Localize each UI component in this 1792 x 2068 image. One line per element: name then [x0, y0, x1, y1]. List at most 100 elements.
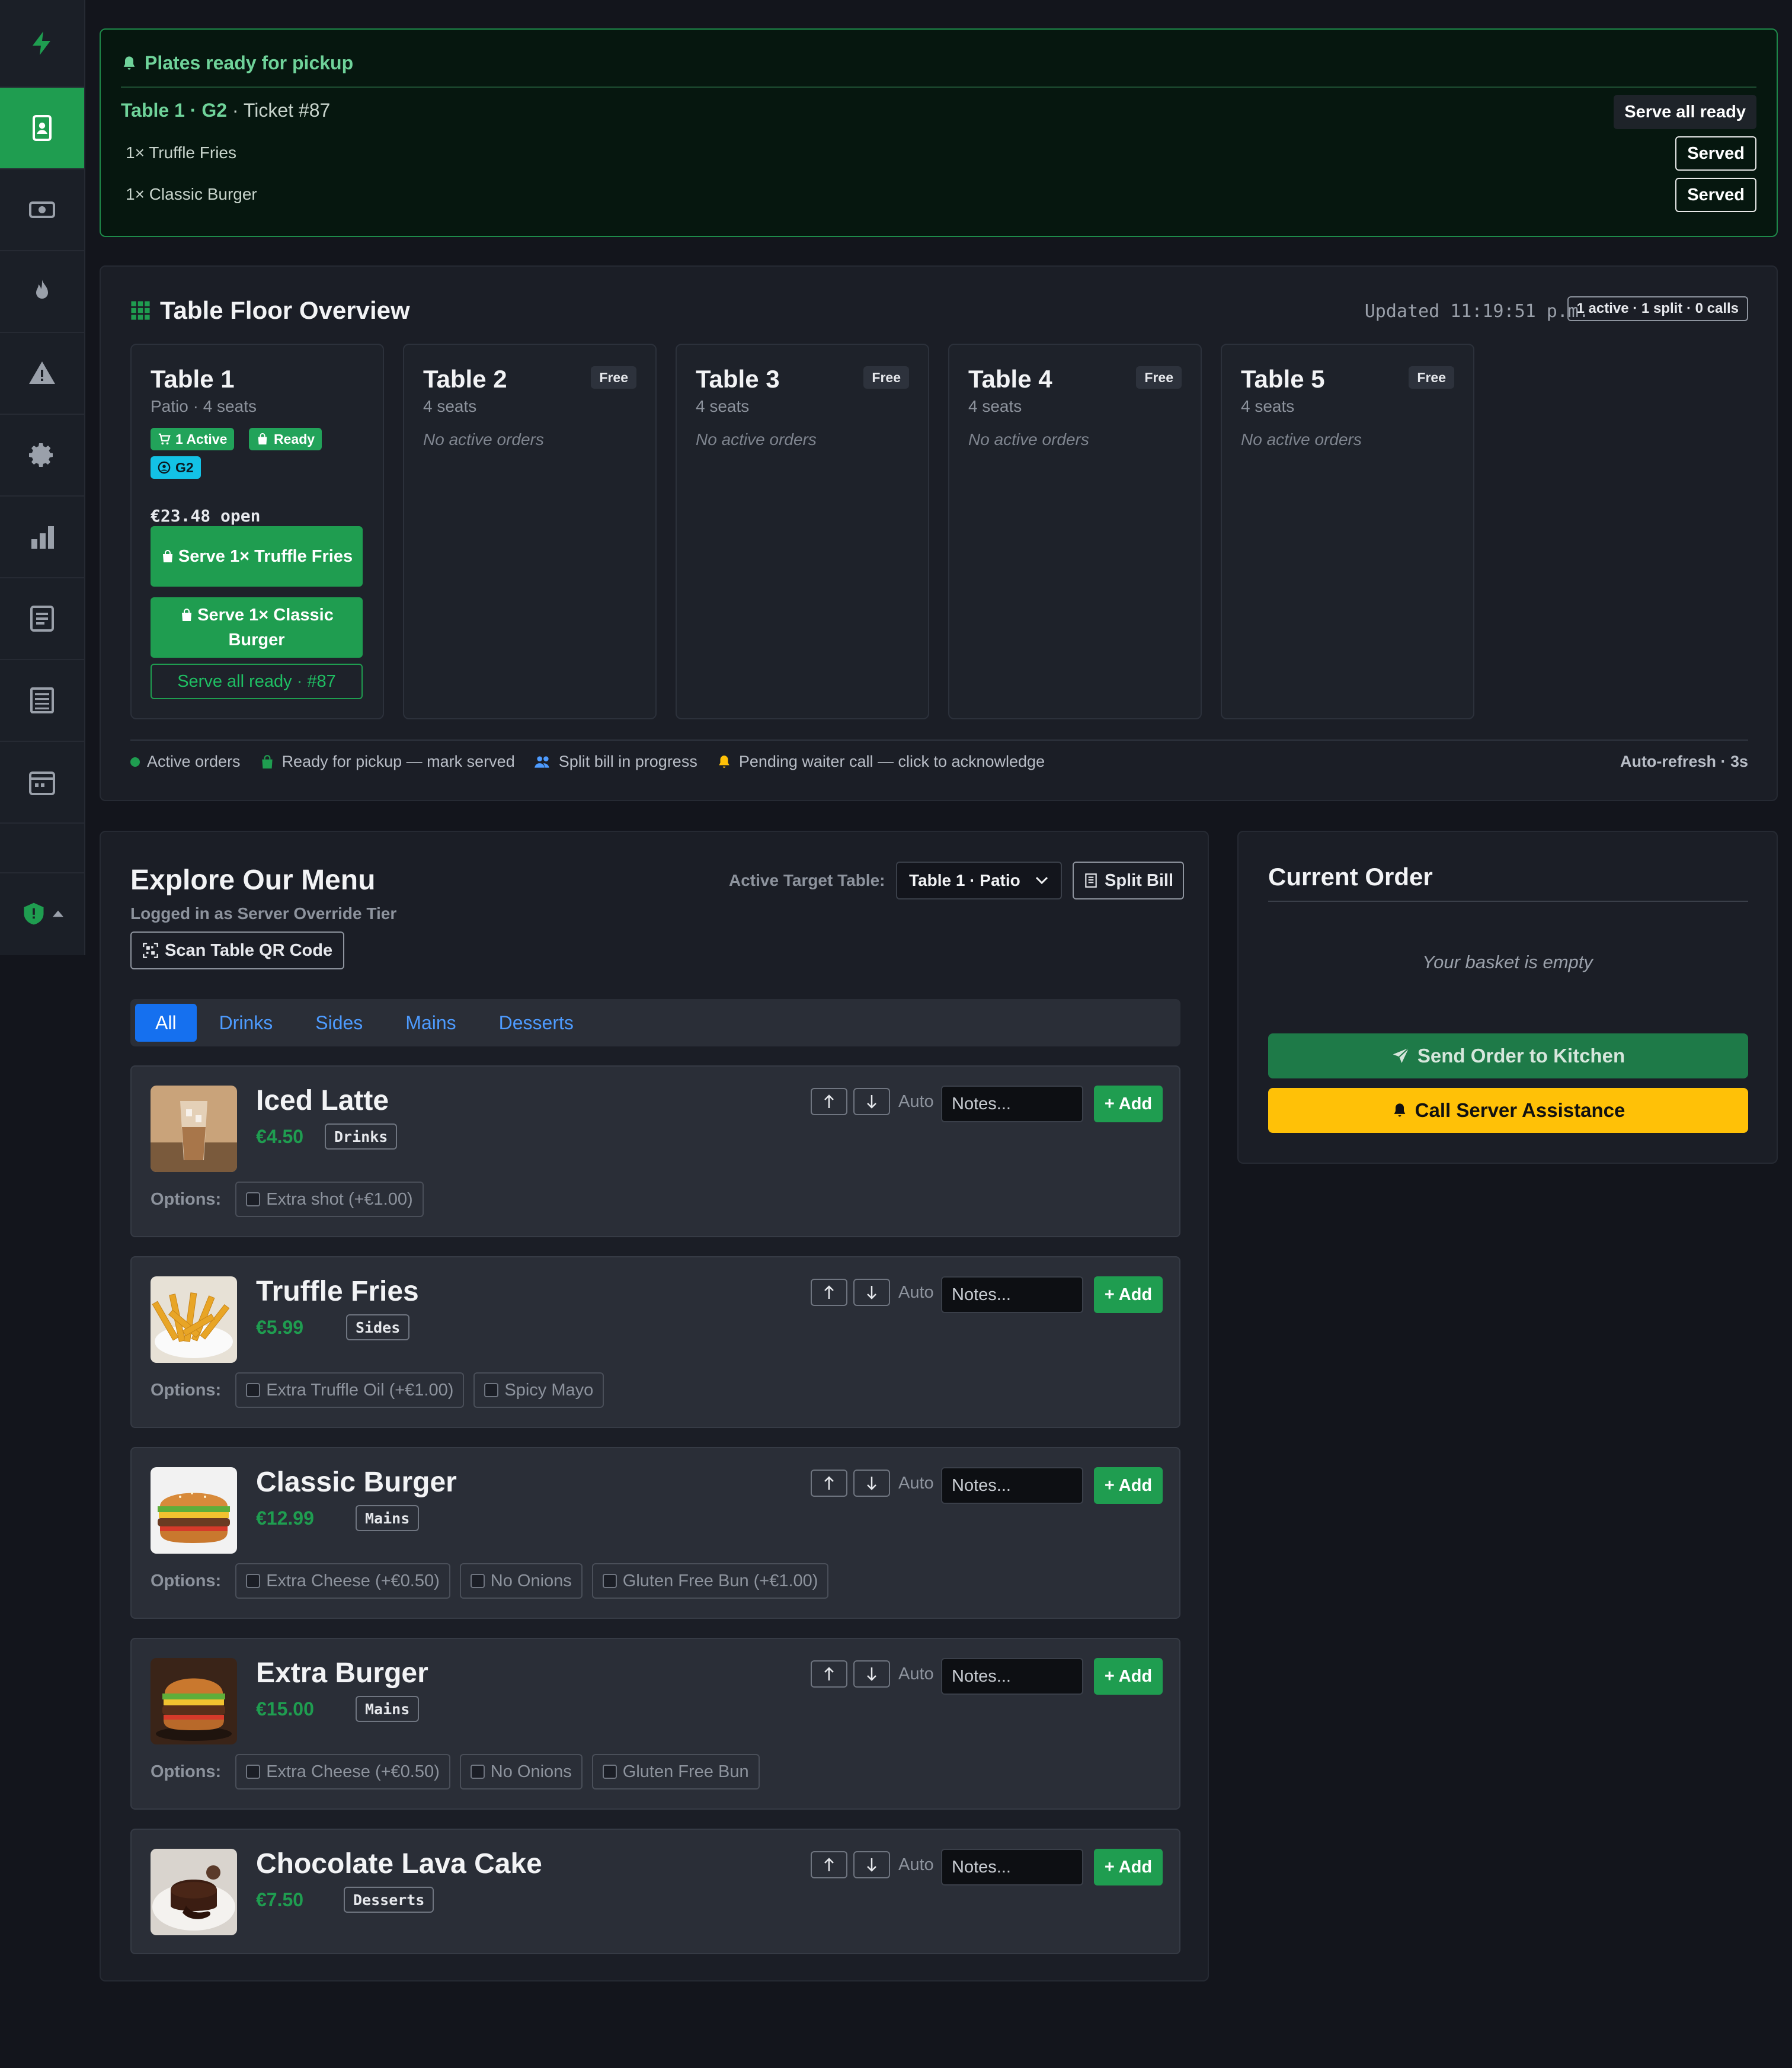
sidebar-item-home[interactable]: [0, 0, 84, 88]
move-up-button[interactable]: [811, 1851, 847, 1878]
tab-drinks[interactable]: Drinks: [199, 1004, 293, 1042]
served-button[interactable]: Served: [1675, 178, 1756, 212]
move-down-button[interactable]: [853, 1470, 890, 1497]
move-down-button[interactable]: [853, 1279, 890, 1306]
sidebar-item-alerts[interactable]: [0, 333, 84, 415]
sidebar-item-settings[interactable]: [0, 415, 84, 497]
checkbox[interactable]: [246, 1765, 261, 1779]
table-card-3[interactable]: Table 3 Free 4 seats No active orders: [676, 344, 929, 719]
sidebar-account-toggle[interactable]: [0, 872, 84, 954]
item-image: [151, 1849, 237, 1935]
item-category: Mains: [356, 1505, 420, 1531]
sidebar-item-orders[interactable]: [0, 578, 84, 660]
active-badge: 1 Active: [151, 428, 235, 450]
serve-all-ready-button[interactable]: Serve all ready: [1614, 95, 1756, 129]
menu-item-truffle-fries: Truffle Fries €5.99 Sides Auto + Add Opt…: [130, 1256, 1180, 1428]
checkbox[interactable]: [484, 1383, 499, 1397]
sidebar-item-reports[interactable]: [0, 497, 84, 578]
sidebar-item-kitchen[interactable]: [0, 251, 84, 333]
tab-desserts[interactable]: Desserts: [479, 1004, 594, 1042]
move-up-button[interactable]: [811, 1279, 847, 1306]
qr-scan-icon: [143, 943, 158, 958]
checkbox[interactable]: [246, 1383, 261, 1397]
item-name: Extra Burger: [256, 1657, 428, 1689]
option-checkbox[interactable]: Gluten Free Bun (+€1.00): [591, 1563, 829, 1599]
option-checkbox[interactable]: No Onions: [459, 1563, 583, 1599]
bell-icon: [123, 56, 135, 69]
move-down-button[interactable]: [853, 1088, 890, 1115]
checkbox[interactable]: [602, 1765, 617, 1779]
add-button[interactable]: + Add: [1094, 1086, 1163, 1122]
add-button[interactable]: + Add: [1094, 1658, 1163, 1695]
checkbox[interactable]: [470, 1765, 485, 1779]
serve-classic-burger-button[interactable]: Serve 1× Classic Burger: [151, 597, 363, 658]
item-price: €12.99: [256, 1507, 314, 1529]
option-checkbox[interactable]: Extra Truffle Oil (+€1.00): [235, 1372, 465, 1408]
notes-input[interactable]: [941, 1658, 1083, 1695]
tab-sides[interactable]: Sides: [295, 1004, 383, 1042]
sidebar-item-server[interactable]: [0, 88, 84, 169]
serve-truffle-fries-button[interactable]: Serve 1× Truffle Fries: [151, 526, 363, 587]
tab-mains[interactable]: Mains: [385, 1004, 476, 1042]
notes-input[interactable]: [941, 1467, 1083, 1504]
serve-all-ticket-button[interactable]: Serve all ready · #87: [151, 664, 363, 699]
split-bill-label: Split Bill: [1105, 870, 1173, 890]
table-name: Table 5: [1241, 365, 1325, 393]
tab-all[interactable]: All: [135, 1004, 197, 1042]
option-checkbox[interactable]: Extra Cheese (+€0.50): [235, 1563, 450, 1599]
served-button[interactable]: Served: [1675, 136, 1756, 171]
move-down-button[interactable]: [853, 1851, 890, 1878]
sidebar-item-cash[interactable]: [0, 169, 84, 251]
bell-icon: [1394, 1103, 1406, 1117]
pickup-ticket-table: Table 1 · G2: [121, 100, 228, 121]
status-badge: Free: [863, 366, 909, 389]
option-label: Extra shot (+€1.00): [266, 1189, 413, 1209]
split-bill-button[interactable]: Split Bill: [1073, 862, 1184, 899]
auto-label: Auto: [898, 1282, 934, 1302]
bell-icon: [719, 755, 729, 768]
options-label: Options:: [151, 1380, 222, 1400]
move-up-button[interactable]: [811, 1660, 847, 1688]
move-up-button[interactable]: [811, 1088, 847, 1115]
checkbox[interactable]: [470, 1574, 485, 1588]
option-checkbox[interactable]: Spicy Mayo: [473, 1372, 604, 1408]
table-card-1[interactable]: Table 1 Patio · 4 seats 1 Active Ready G…: [130, 344, 384, 719]
table-card-4[interactable]: Table 4 Free 4 seats No active orders: [948, 344, 1202, 719]
checkbox[interactable]: [602, 1574, 617, 1588]
notes-input[interactable]: [941, 1276, 1083, 1313]
table-card-5[interactable]: Table 5 Free 4 seats No active orders: [1221, 344, 1474, 719]
move-up-button[interactable]: [811, 1470, 847, 1497]
add-button[interactable]: + Add: [1094, 1467, 1163, 1504]
notes-input[interactable]: [941, 1849, 1083, 1885]
move-down-button[interactable]: [853, 1660, 890, 1688]
option-label: Gluten Free Bun (+€1.00): [622, 1571, 818, 1590]
option-checkbox[interactable]: No Onions: [459, 1754, 583, 1790]
checkbox[interactable]: [246, 1192, 261, 1206]
checkbox[interactable]: [246, 1574, 261, 1588]
legend-ready-text: Ready for pickup — mark served: [281, 753, 515, 770]
option-label: Extra Truffle Oil (+€1.00): [266, 1380, 454, 1400]
menu-list-icon: [30, 687, 54, 713]
target-table-select[interactable]: Table 1 · Patio: [896, 862, 1062, 899]
calendar-icon: [29, 772, 55, 795]
arrow-up-icon: [824, 1667, 834, 1680]
add-button[interactable]: + Add: [1094, 1276, 1163, 1313]
sidebar-item-menu[interactable]: [0, 660, 84, 742]
option-label: Spicy Mayo: [504, 1380, 594, 1400]
add-button[interactable]: + Add: [1094, 1849, 1163, 1885]
ready-badge: Ready: [249, 428, 322, 450]
serve-btn-label: Serve 1× Truffle Fries: [161, 544, 353, 569]
notes-input[interactable]: [941, 1086, 1083, 1122]
send-order-button[interactable]: Send Order to Kitchen: [1268, 1033, 1748, 1078]
table-card-2[interactable]: Table 2 Free 4 seats No active orders: [403, 344, 657, 719]
legend-call: Pending waiter call — click to acknowled…: [716, 753, 1045, 771]
call-server-button[interactable]: Call Server Assistance: [1268, 1088, 1748, 1133]
scan-qr-button[interactable]: Scan Table QR Code: [130, 931, 345, 969]
item-reorder: Auto: [811, 1470, 934, 1497]
option-checkbox[interactable]: Extra shot (+€1.00): [235, 1182, 424, 1217]
table-sub: 4 seats: [968, 397, 1022, 415]
status-badge: Free: [591, 366, 636, 389]
sidebar-item-reservations[interactable]: [0, 742, 84, 824]
option-checkbox[interactable]: Gluten Free Bun: [591, 1754, 760, 1790]
option-checkbox[interactable]: Extra Cheese (+€0.50): [235, 1754, 450, 1790]
